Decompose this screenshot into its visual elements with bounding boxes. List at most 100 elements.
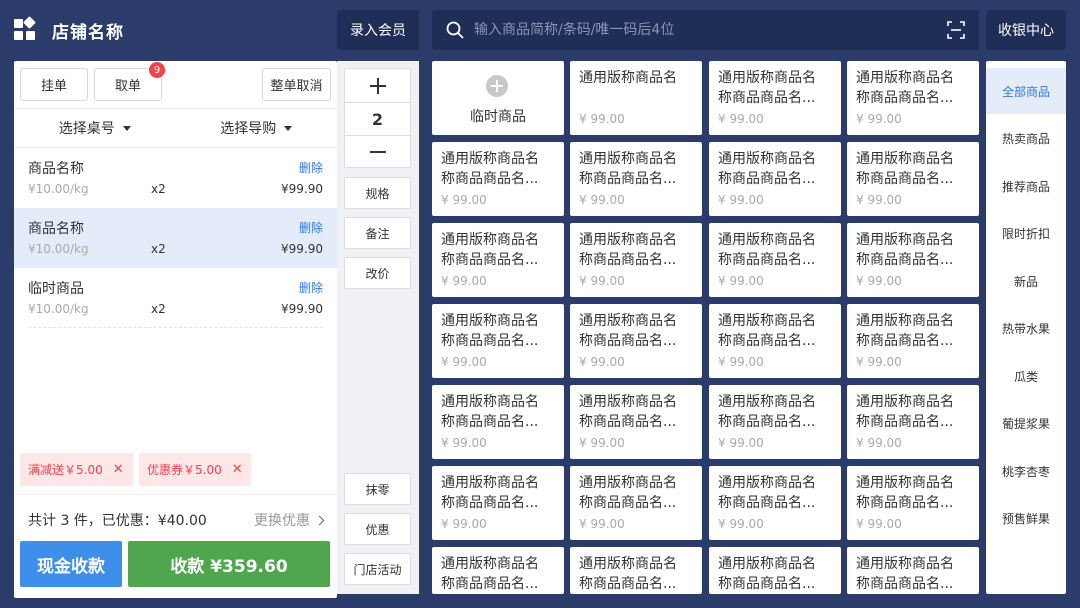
- product-card[interactable]: 通用版称商品名称商品商品名... ¥ 99.00: [570, 142, 702, 216]
- select-table-dropdown[interactable]: 选择桌号: [14, 109, 176, 147]
- quantity-value[interactable]: 2: [345, 102, 410, 135]
- select-table-label: 选择桌号: [58, 121, 115, 137]
- product-card[interactable]: 通用版称商品名称商品商品名...¥ 99.00: [432, 466, 564, 540]
- retrieve-count-badge: 9: [149, 62, 165, 78]
- item-total: ¥99.90: [281, 242, 323, 256]
- delete-item-link[interactable]: 删除: [299, 279, 323, 296]
- brand: 店铺名称: [14, 0, 124, 60]
- product-name: 通用版称商品名 称商品商品名...: [441, 311, 557, 351]
- note-button[interactable]: 备注: [344, 217, 411, 249]
- product-name: 通用版称商品名 称商品商品名...: [856, 473, 972, 513]
- product-card[interactable]: 通用版称商品名称商品商品名...¥ 99.00: [570, 466, 702, 540]
- temp-product-card[interactable]: 临时商品: [432, 61, 564, 135]
- category-item[interactable]: 桃李杏枣: [986, 448, 1066, 494]
- change-discount-link[interactable]: 更换优惠: [254, 510, 325, 530]
- discount-button[interactable]: 优惠: [344, 513, 411, 545]
- change-price-button[interactable]: 改价: [344, 257, 411, 289]
- product-card[interactable]: 通用版称商品名称商品商品名...¥ 99.00: [432, 304, 564, 378]
- category-item[interactable]: 葡提浆果: [986, 401, 1066, 447]
- product-card[interactable]: 通用版称商品名称商品商品名...¥ 99.00: [709, 304, 841, 378]
- promotion-tag: 优惠券￥5.00 ✕: [139, 453, 251, 486]
- product-card[interactable]: 通用版称商品名称商品商品名...¥ 99.00: [709, 223, 841, 297]
- category-item[interactable]: 热卖商品: [986, 116, 1066, 162]
- product-card[interactable]: 通用版称商品名 ¥ 99.00: [570, 61, 702, 135]
- plus-circle-icon: [486, 75, 508, 97]
- scan-icon[interactable]: [947, 21, 965, 39]
- product-price: ¥ 99.00: [579, 193, 625, 207]
- delete-item-link[interactable]: 删除: [299, 219, 323, 236]
- product-card[interactable]: 通用版称商品名称商品商品名...¥ 99.00: [709, 61, 841, 135]
- retrieve-order-button[interactable]: 取单 9: [94, 62, 165, 101]
- product-name: 通用版称商品名 称商品商品名...: [579, 311, 695, 351]
- product-name-line2: 称商品商品名...: [579, 495, 677, 511]
- delete-item-link[interactable]: 删除: [299, 159, 323, 176]
- product-name-line1: 通用版称商品名: [856, 394, 954, 410]
- product-card[interactable]: 通用版称商品名 称商品商品名...: [847, 547, 979, 594]
- product-card[interactable]: 通用版称商品名称商品商品名...¥ 99.00: [709, 142, 841, 216]
- product-card[interactable]: 通用版称商品名称商品商品名...¥ 99.00: [432, 142, 564, 216]
- product-card[interactable]: 通用版称商品名称商品商品名...¥ 99.00: [432, 547, 564, 594]
- member-button[interactable]: 录入会员: [337, 10, 419, 50]
- product-card[interactable]: 通用版称商品名称商品商品名...¥ 99.00: [432, 385, 564, 459]
- cancel-order-button[interactable]: 整单取消: [262, 68, 331, 101]
- order-item[interactable]: 商品名称 删除 ¥10.00/kg x2 ¥99.90: [14, 148, 337, 208]
- select-guide-dropdown[interactable]: 选择导购: [176, 109, 338, 147]
- product-card[interactable]: 通用版称商品名称商品商品名...¥ 99.00: [432, 223, 564, 297]
- product-name-line1: 通用版称商品名: [579, 556, 677, 572]
- increase-button[interactable]: [345, 69, 410, 102]
- category-item[interactable]: 限时折扣: [986, 211, 1066, 257]
- item-total: ¥99.90: [281, 182, 323, 196]
- product-card[interactable]: 通用版称商品名称商品商品名...¥ 99.00: [847, 223, 979, 297]
- category-item[interactable]: 全部商品: [986, 68, 1066, 114]
- product-card[interactable]: 通用版称商品名 称商品商品名...: [709, 547, 841, 594]
- close-icon[interactable]: ✕: [232, 462, 243, 477]
- grid-logo-icon: [14, 16, 36, 41]
- product-name-line1: 通用版称商品名: [856, 232, 954, 248]
- product-name-line2: 称商品商品名...: [441, 252, 539, 268]
- round-off-button[interactable]: 抹零: [344, 473, 411, 505]
- checkout-center-button[interactable]: 收银中心: [986, 10, 1066, 50]
- minus-icon: [369, 151, 386, 153]
- product-card[interactable]: 通用版称商品名称商品商品名...¥ 99.00: [709, 466, 841, 540]
- product-card[interactable]: 通用版称商品名称商品商品名...¥ 99.00: [847, 61, 979, 135]
- category-item[interactable]: 推荐商品: [986, 163, 1066, 209]
- product-card[interactable]: 通用版称商品名称商品商品名...¥ 99.00: [709, 385, 841, 459]
- product-name-line1: 通用版称商品名: [579, 151, 677, 167]
- product-price: ¥ 99.00: [718, 517, 764, 531]
- product-price: ¥ 99.00: [856, 274, 902, 288]
- promotion-tag: 满减送￥5.00 ✕: [20, 453, 133, 486]
- product-card[interactable]: 通用版称商品名 称商品商品名...: [570, 547, 702, 594]
- change-discount-label: 更换优惠: [254, 513, 310, 529]
- product-card[interactable]: 通用版称商品名称商品商品名...¥ 99.00: [570, 385, 702, 459]
- product-name-line1: 通用版称商品名: [579, 70, 677, 86]
- product-card[interactable]: 通用版称商品名称商品商品名...¥ 99.00: [570, 304, 702, 378]
- product-card[interactable]: 通用版称商品名称商品商品名...¥ 99.00: [847, 466, 979, 540]
- product-card[interactable]: 通用版称商品名称商品商品名...¥ 99.00: [847, 304, 979, 378]
- chevron-right-icon: [314, 515, 325, 526]
- product-name: 通用版称商品名 称商品商品名...: [718, 554, 834, 594]
- product-name-line1: 通用版称商品名: [579, 313, 677, 329]
- plus-icon: [369, 77, 386, 94]
- store-activity-button[interactable]: 门店活动: [344, 553, 411, 585]
- product-price: ¥ 99.00: [441, 436, 487, 450]
- category-item[interactable]: 预售鲜果: [986, 496, 1066, 542]
- product-card[interactable]: 通用版称商品名称商品商品名...¥ 99.00: [847, 385, 979, 459]
- category-item[interactable]: 瓜类: [986, 353, 1066, 399]
- category-item[interactable]: 热带水果: [986, 306, 1066, 352]
- order-item[interactable]: 临时商品 删除 ¥10.00/kg x2 ¥99.90: [14, 268, 337, 328]
- product-name-line2: 称商品商品名...: [579, 171, 677, 187]
- product-card[interactable]: 通用版称商品名称商品商品名...¥ 99.00: [570, 223, 702, 297]
- product-price: ¥ 99.00: [579, 436, 625, 450]
- close-icon[interactable]: ✕: [113, 462, 124, 477]
- spec-button[interactable]: 规格: [344, 177, 411, 209]
- order-item[interactable]: 商品名称 删除 ¥10.00/kg x2 ¥99.90: [14, 208, 337, 268]
- product-card[interactable]: 通用版称商品名称商品商品名...¥ 99.00: [847, 142, 979, 216]
- decrease-button[interactable]: [345, 135, 410, 168]
- hold-order-button[interactable]: 挂单: [20, 68, 88, 101]
- product-name-line1: 通用版称商品名: [718, 475, 816, 491]
- category-item[interactable]: 新品: [986, 258, 1066, 304]
- search-input[interactable]: [474, 22, 947, 38]
- pay-button[interactable]: 收款 ¥359.60: [128, 541, 330, 587]
- product-name-line1: 通用版称商品名: [441, 232, 539, 248]
- cash-payment-button[interactable]: 现金收款: [20, 541, 122, 587]
